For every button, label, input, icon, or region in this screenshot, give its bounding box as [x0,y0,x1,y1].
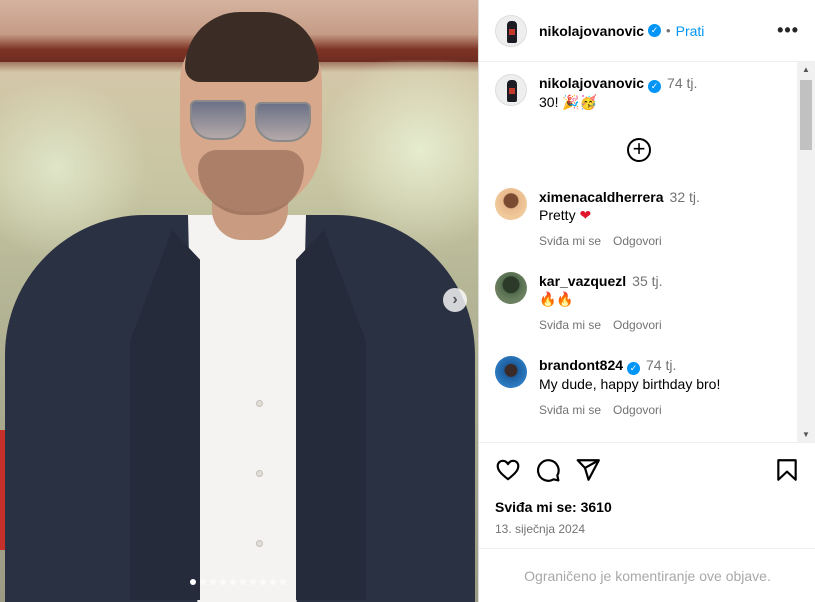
verified-badge-icon: ✓ [648,24,662,37]
carousel-dot [210,579,216,585]
share-icon[interactable] [575,457,601,483]
comment-item: brandont824 ✓ 74 tj. My dude, happy birthd… [495,356,795,419]
comment-like-button[interactable]: Sviđa mi se [539,234,601,248]
restricted-text: Ograničeno je komentiranje ove objave. [524,568,771,584]
carousel-indicator [190,579,286,585]
carousel-dot [260,579,266,585]
comments-restricted-notice: Ograničeno je komentiranje ove objave. [479,548,815,602]
heart-emoji: ❤ [579,207,592,223]
scrollbar-thumb[interactable] [800,80,812,150]
comment-reply-button[interactable]: Odgovori [613,318,662,332]
comment-like-button[interactable]: Sviđa mi se [539,403,601,417]
post-photo[interactable] [0,0,478,602]
carousel-dot [270,579,276,585]
shirt-button [256,400,263,407]
carousel-dot [200,579,206,585]
shirt-button [256,540,263,547]
post-header: nikolajovanovic ✓ • Prati ••• [479,0,815,62]
load-more-comments-icon[interactable]: + [627,138,651,162]
more-options-icon[interactable]: ••• [777,20,799,41]
author-username[interactable]: nikolajovanovic [539,23,644,39]
comment-time[interactable]: 32 tj. [670,189,700,205]
sunglasses-left-lens [190,100,246,140]
carousel-dot [280,579,286,585]
carousel-next-button[interactable]: › [443,288,467,312]
comment-item: ximenacaldherrera 32 tj. Pretty ❤ Sviđa m… [495,188,795,250]
post-date[interactable]: 13. siječnja 2024 [495,522,800,536]
post-side-panel: nikolajovanovic ✓ • Prati ••• nikolajova… [478,0,815,602]
caption-author-avatar[interactable] [495,74,527,106]
comment-text: Pretty [539,207,576,223]
comment-time[interactable]: 35 tj. [632,273,662,289]
caption-text: 30! 🎉🥳 [539,94,598,110]
scroll-down-icon[interactable]: ▼ [802,430,810,439]
commenter-username[interactable]: ximenacaldherrera [539,189,664,205]
comments-scrollbar[interactable]: ▲ ▼ [797,62,815,442]
comment-like-button[interactable]: Sviđa mi se [539,318,601,332]
commenter-username[interactable]: brandont824 [539,357,623,373]
separator-dot: • [666,23,671,38]
comments-list[interactable]: nikolajovanovic ✓ 74 tj. 30! 🎉🥳 + ximenaca… [479,62,797,442]
action-bar: Sviđa mi se: 3610 13. siječnja 2024 [479,442,815,536]
carousel-dot [230,579,236,585]
comment-text: My dude, happy birthday bro! [539,376,721,392]
commenter-username[interactable]: kar_vazquezl [539,273,626,289]
white-shirt [188,215,306,602]
scroll-up-icon[interactable]: ▲ [802,65,810,74]
comment-reply-button[interactable]: Odgovori [613,234,662,248]
comment-time[interactable]: 74 tj. [646,357,676,373]
comment-reply-button[interactable]: Odgovori [613,403,662,417]
caption-username[interactable]: nikolajovanovic [539,75,644,91]
carousel-dot [250,579,256,585]
carousel-dot [190,579,196,585]
save-bookmark-icon[interactable] [774,457,800,483]
comment-text: 🔥🔥 [539,291,574,307]
follow-button[interactable]: Prati [676,23,705,39]
commenter-avatar[interactable] [495,272,527,304]
comment-icon[interactable] [535,457,561,483]
commenter-avatar[interactable] [495,356,527,388]
sunglasses-right-lens [255,102,311,142]
post-caption: nikolajovanovic ✓ 74 tj. 30! 🎉🥳 [495,74,697,111]
verified-badge-icon: ✓ [627,362,641,375]
commenter-avatar[interactable] [495,188,527,220]
heart-icon[interactable] [495,457,521,483]
carousel-dot [220,579,226,585]
author-avatar[interactable] [495,14,527,47]
comment-item: kar_vazquezl 35 tj. 🔥🔥 Sviđa mi se Odgovor… [495,272,795,334]
likes-count[interactable]: Sviđa mi se: 3610 [495,499,800,515]
shirt-button [256,470,263,477]
carousel-dot [240,579,246,585]
caption-time[interactable]: 74 tj. [667,75,697,91]
verified-badge-icon: ✓ [648,80,662,93]
